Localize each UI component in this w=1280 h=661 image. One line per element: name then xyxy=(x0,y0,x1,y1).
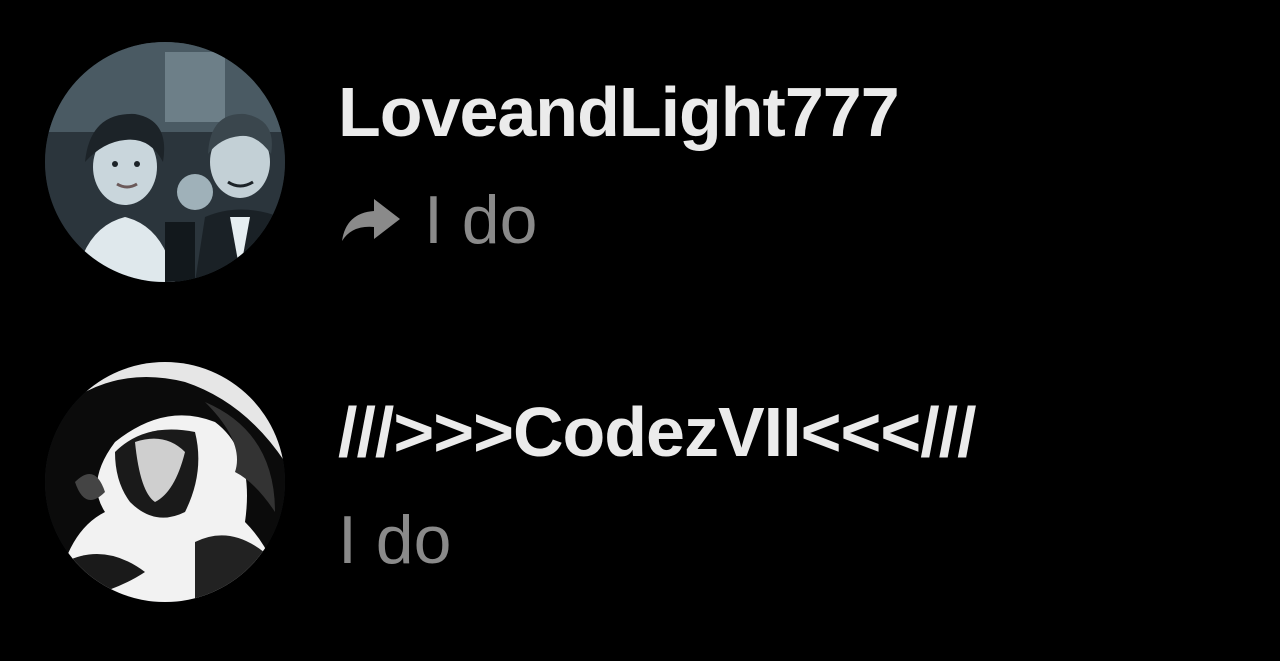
user-avatar[interactable] xyxy=(45,362,285,602)
avatar-image xyxy=(45,362,285,602)
comment-body: I do xyxy=(338,180,537,260)
user-avatar[interactable] xyxy=(45,42,285,282)
comment-item: ///>>>CodezVII<<</// I do xyxy=(0,362,1280,607)
username[interactable]: ///>>>CodezVII<<</// xyxy=(338,392,977,472)
comment-text: I do xyxy=(338,502,452,578)
avatar-image xyxy=(45,42,285,282)
comment-body: I do xyxy=(338,500,451,580)
username[interactable]: LoveandLight777 xyxy=(338,72,900,152)
reply-arrow-icon xyxy=(338,195,402,245)
comment-text: I do xyxy=(424,182,538,258)
comment-item: LoveandLight777 I do xyxy=(0,42,1280,287)
